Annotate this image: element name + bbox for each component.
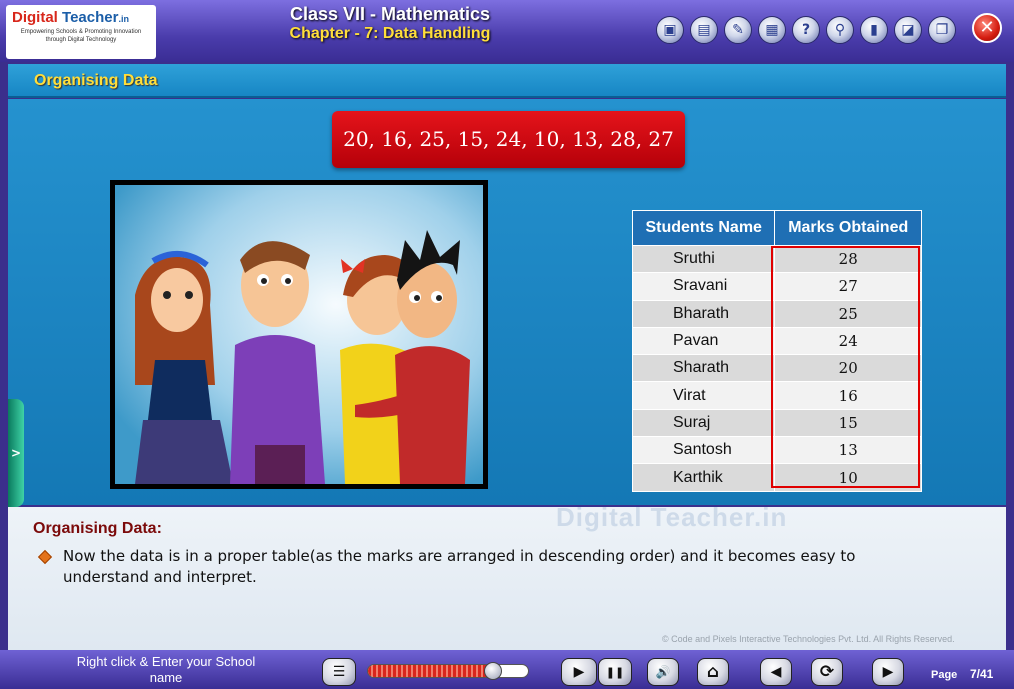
table-header-row: Students Name Marks Obtained [631, 210, 922, 246]
student-name: Sruthi [631, 244, 776, 274]
class-title: Class VII - Mathematics [289, 4, 491, 24]
window-icon[interactable]: ❐ [928, 16, 956, 44]
student-name: Suraj [631, 408, 776, 438]
table-row: Sravani 27 [631, 272, 922, 301]
school-name-prompt[interactable]: Right click & Enter your School name [60, 654, 272, 686]
student-name: Bharath [631, 299, 776, 328]
eraser-icon[interactable]: ◪ [894, 16, 922, 44]
student-marks: 25 [774, 299, 922, 328]
student-name: Virat [631, 381, 776, 410]
section-title-bar: Organising Data [8, 64, 1006, 98]
table-row: Karthik 10 [631, 463, 922, 492]
logo-brand-suffix: Teacher [62, 9, 119, 26]
panel-text: Now the data is in a proper table(as the… [63, 547, 856, 586]
toolbar: ▣ ▤ ✎ ▦ ? ⚲ ▮ ◪ ❐ [656, 16, 956, 44]
student-name: Santosh [631, 436, 776, 465]
student-marks: 28 [774, 244, 922, 274]
table-row: Santosh 13 [631, 436, 922, 465]
top-bar: Digital Teacher.in Empowering Schools & … [0, 0, 1014, 62]
student-marks: 20 [774, 354, 922, 383]
pause-button[interactable]: ❚❚ [598, 658, 632, 686]
progress-fill [368, 665, 493, 677]
student-marks: 27 [774, 272, 922, 301]
close-button[interactable]: ✕ [972, 13, 1002, 43]
student-name: Pavan [631, 326, 776, 356]
play-button[interactable]: ▶ [561, 658, 597, 686]
table-row: Suraj 15 [631, 408, 922, 438]
logo-tagline: Empowering Schools & Promoting Innovatio… [20, 29, 142, 43]
app-window: Digital Teacher.in Empowering Schools & … [0, 0, 1014, 689]
student-name: Sharath [631, 354, 776, 383]
progress-bar[interactable] [367, 664, 529, 678]
bookmark-icon[interactable]: ▮ [860, 16, 888, 44]
table-row: Bharath 25 [631, 299, 922, 328]
chapter-title: Chapter - 7: Data Handling [289, 25, 491, 42]
panel-heading: Organising Data: [33, 520, 162, 537]
search-icon[interactable]: ⚲ [826, 16, 854, 44]
student-marks: 24 [774, 326, 922, 356]
side-panel-toggle[interactable]: > [8, 399, 24, 507]
next-page-button[interactable]: ▶ [872, 658, 904, 686]
header-students-name: Students Name [631, 210, 776, 246]
copyright-text: © Code and Pixels Interactive Technologi… [662, 634, 955, 644]
student-name: Sravani [631, 272, 776, 301]
volume-button[interactable]: 🔊 [647, 658, 679, 686]
student-name: Karthik [631, 463, 776, 492]
raw-data-box: 20, 16, 25, 15, 24, 10, 13, 28, 27 [332, 111, 685, 168]
students-illustration [110, 180, 488, 489]
previous-page-button[interactable]: ◀ [760, 658, 792, 686]
home-button[interactable]: ⌂ [697, 658, 729, 686]
student-marks: 10 [774, 463, 922, 492]
students-image [115, 185, 483, 484]
student-marks: 16 [774, 381, 922, 410]
home-folder-icon[interactable]: ▣ [656, 16, 684, 44]
table-row: Pavan 24 [631, 326, 922, 356]
watermark: Digital Teacher.in [556, 502, 788, 532]
book-icon[interactable]: ▤ [690, 16, 718, 44]
logo-brand: Digital [12, 9, 58, 26]
student-marks: 13 [774, 436, 922, 465]
table-row: Sruthi 28 [631, 244, 922, 274]
header-marks-obtained: Marks Obtained [774, 210, 922, 246]
marks-table: Students Name Marks Obtained Sruthi 28 Sr… [631, 210, 922, 492]
page-label: Page [931, 669, 958, 681]
logo-domain: .in [118, 14, 129, 24]
help-icon[interactable]: ? [792, 16, 820, 44]
page-number: 7/41 [970, 667, 994, 681]
section-title: Organising Data [34, 72, 158, 89]
logo-wordmark: Digital Teacher.in [12, 9, 150, 26]
pencil-icon[interactable]: ✎ [724, 16, 752, 44]
table-row: Sharath 20 [631, 354, 922, 383]
digital-teacher-logo: Digital Teacher.in Empowering Schools & … [6, 5, 156, 59]
notes-icon[interactable]: ▦ [758, 16, 786, 44]
replay-button[interactable]: ⟳ [811, 658, 843, 686]
menu-tree-button[interactable]: ☰ [322, 658, 356, 686]
student-marks: 15 [774, 408, 922, 438]
table-row: Virat 16 [631, 381, 922, 410]
